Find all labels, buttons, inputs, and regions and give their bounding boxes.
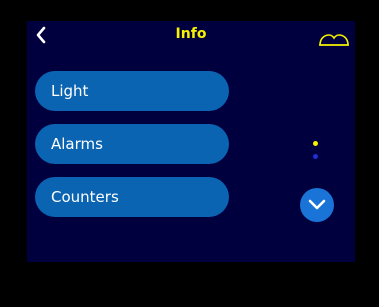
menu-item-alarms[interactable]: Alarms [35, 124, 229, 164]
menu-item-label: Light [51, 82, 89, 100]
mask-button[interactable] [318, 32, 350, 48]
menu-item-label: Counters [51, 188, 119, 206]
page-indicator-dot-inactive [313, 154, 318, 159]
menu-item-label: Alarms [51, 135, 103, 153]
chevron-down-icon [308, 199, 326, 210]
screen: Info Light Alarms Counters [27, 21, 355, 262]
menu-item-light[interactable]: Light [35, 71, 229, 111]
mask-icon [319, 34, 349, 46]
scroll-down-button[interactable] [300, 188, 334, 222]
page-indicator-dot-active [313, 141, 318, 146]
page-title: Info [175, 26, 207, 42]
menu-item-counters[interactable]: Counters [35, 177, 229, 217]
